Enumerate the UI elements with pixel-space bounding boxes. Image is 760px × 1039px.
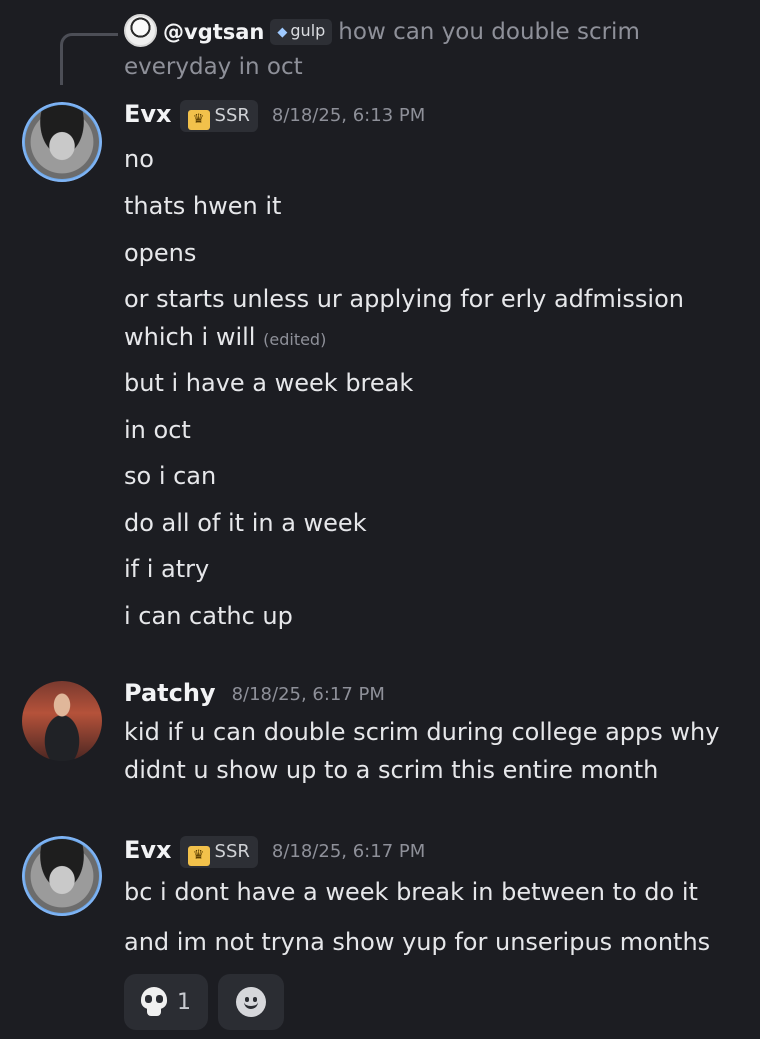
crown-icon: ♛: [187, 110, 210, 130]
message-line: in oct: [124, 416, 191, 444]
reply-tag-label: gulp: [290, 21, 326, 40]
message-line: if i atry: [124, 555, 210, 583]
guild-tag-label: SSR: [214, 841, 250, 862]
message-line: no: [124, 145, 154, 173]
reply-username[interactable]: @vgtsan: [163, 20, 264, 44]
message-line: and im not tryna show yup for unseripus …: [124, 928, 711, 956]
message-body: Evx ♛ SSR 8/18/25, 6:17 PM bc i dont have a…: [124, 832, 740, 956]
reactions-bar: 1: [124, 974, 284, 1030]
message-line: so i can: [124, 462, 217, 490]
avatar[interactable]: [22, 681, 102, 761]
reply-text-2: everyday in oct: [124, 54, 303, 80]
message-line: but i have a week break: [124, 369, 414, 397]
author-name[interactable]: Patchy: [124, 679, 216, 707]
reply-preview[interactable]: @vgtsan ◆ gulp how can you double scrim eve…: [124, 14, 724, 85]
message-line: kid if u can double scrim during college…: [124, 718, 720, 746]
message-header: Evx ♛ SSR 8/18/25, 6:17 PM: [124, 832, 740, 868]
add-reaction-button[interactable]: [218, 974, 284, 1030]
message-body: Evx ♛ SSR 8/18/25, 6:13 PM no thats hwen it…: [124, 96, 740, 630]
message-line: thats hwen it: [124, 192, 282, 220]
message-header: Evx ♛ SSR 8/18/25, 6:13 PM: [124, 96, 740, 132]
timestamp: 8/18/25, 6:13 PM: [271, 105, 426, 126]
skull-icon: [141, 987, 167, 1017]
author-name[interactable]: Evx: [124, 100, 172, 128]
timestamp: 8/18/25, 6:17 PM: [271, 841, 426, 862]
add-reaction-icon: [236, 987, 266, 1017]
reply-tag: ◆ gulp: [270, 19, 333, 45]
reply-avatar: [124, 14, 157, 47]
avatar[interactable]: [22, 836, 102, 916]
timestamp: 8/18/25, 6:17 PM: [231, 684, 385, 705]
edited-label: (edited): [263, 330, 327, 349]
guild-tag-label: SSR: [214, 105, 250, 126]
reaction-skull[interactable]: 1: [124, 974, 208, 1030]
guild-tag[interactable]: ♛ SSR: [179, 836, 258, 868]
message-line: opens: [124, 239, 197, 267]
reply-connector: [60, 33, 118, 85]
message-header: Patchy 8/18/25, 6:17 PM: [124, 675, 740, 711]
crown-icon: ♛: [187, 846, 210, 866]
chat-view: @vgtsan ◆ gulp how can you double scrim eve…: [0, 0, 760, 1039]
reply-text-1: how can you double scrim: [338, 19, 640, 45]
author-name[interactable]: Evx: [124, 836, 172, 864]
message-text: which i will: [124, 323, 256, 351]
reaction-count: 1: [177, 989, 191, 1015]
message-line: or starts unless ur applying for erly ad…: [124, 285, 684, 313]
message-line: which i will (edited): [124, 318, 326, 359]
gem-icon: ◆: [277, 25, 288, 40]
message-line: do all of it in a week: [124, 509, 367, 537]
message-line: i can cathc up: [124, 602, 293, 630]
avatar[interactable]: [22, 102, 102, 182]
message-line: didnt u show up to a scrim this entire m…: [124, 756, 659, 784]
message-line: bc i dont have a week break in between t…: [124, 878, 698, 906]
message-body: Patchy 8/18/25, 6:17 PM kid if u can doub…: [124, 675, 740, 784]
guild-tag[interactable]: ♛ SSR: [179, 100, 258, 132]
